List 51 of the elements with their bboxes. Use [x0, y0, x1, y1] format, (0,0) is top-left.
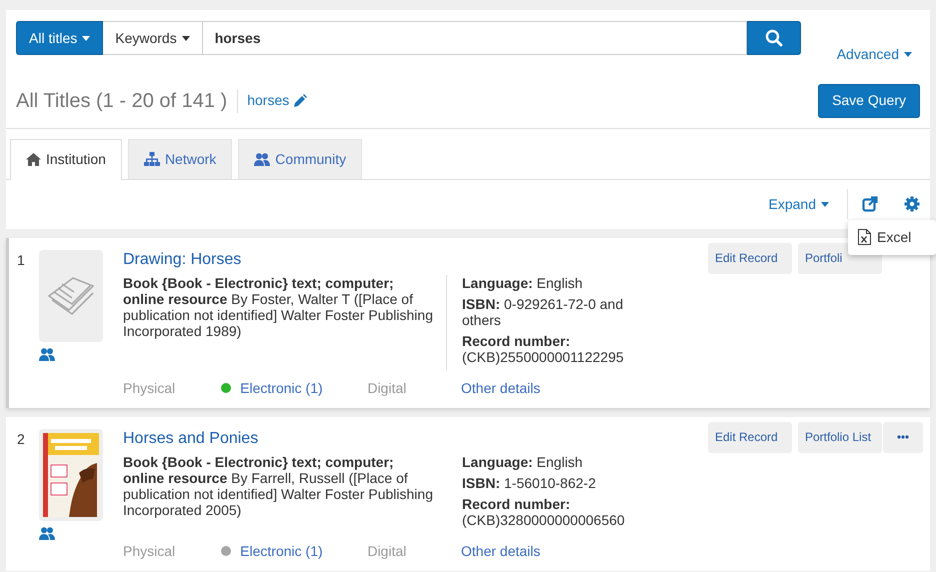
tab[interactable]: Network [128, 138, 232, 179]
detail-text: ISBN: 1-56010-862-2 [462, 474, 597, 491]
result-number: 1 [17, 250, 26, 270]
people-icon [254, 152, 270, 166]
caret-icon [82, 36, 90, 40]
cover-thumbnail[interactable] [39, 250, 103, 342]
result-number: 2 [17, 430, 26, 449]
detail-text: Language: English [462, 274, 584, 291]
other-details-link[interactable]: Other details [461, 542, 540, 559]
other-details-link[interactable]: Other details [461, 380, 540, 396]
detail-text: Record number: (CKB)3280000000006560 [462, 496, 626, 528]
search-field[interactable]: horses [202, 21, 747, 55]
caret-icon [182, 36, 190, 40]
availability-label: Digital [367, 542, 406, 559]
caret-icon [904, 52, 912, 57]
dots-icon [897, 435, 909, 440]
detail-text: Record number: (CKB)2550000001122295 [462, 332, 625, 365]
advanced-link[interactable]: Advanced [836, 46, 920, 63]
export-icon[interactable] [862, 196, 878, 212]
detail-text: Language: English [462, 454, 584, 470]
spreadsheet-icon [858, 229, 871, 246]
tab[interactable]: Community [238, 138, 362, 179]
network-icon [144, 152, 160, 166]
caret-icon [821, 202, 829, 207]
field-dropdown[interactable]: Keywords [103, 21, 203, 55]
pencil-icon[interactable] [293, 94, 308, 108]
search-button[interactable] [747, 21, 801, 55]
availability-label: Digital [367, 380, 406, 396]
scope-dropdown[interactable]: All titles [16, 21, 104, 55]
title-link[interactable]: Drawing: Horses [123, 250, 242, 270]
people-icon[interactable] [39, 526, 55, 540]
people-icon[interactable] [39, 348, 55, 361]
save-query-button[interactable]: Save Query [818, 84, 920, 118]
expand-dropdown[interactable]: Expand [768, 189, 848, 220]
availability-label: Physical [123, 380, 176, 396]
detail-text: ISBN: 0-929261-72-0 and others [462, 296, 624, 328]
availability-link[interactable]: Electronic (1) [240, 380, 323, 396]
action-button[interactable]: Edit Record [708, 242, 792, 274]
availability-link[interactable]: Electronic (1) [240, 542, 323, 559]
title-link[interactable]: Horses and Ponies [123, 428, 258, 449]
tab[interactable]: Institution [10, 138, 122, 180]
action-button[interactable]: Portfolio List [798, 422, 882, 453]
settings-icon[interactable] [904, 196, 920, 212]
availability-label: Physical [123, 542, 176, 559]
search-icon [765, 29, 783, 47]
query-link[interactable]: horses [247, 92, 290, 110]
action-button[interactable]: Edit Record [708, 422, 792, 453]
record-description: Book {Book - Electronic} text; computer; online resource By Foster, Walter T ([Place of publication not identified] Walter Foster Publishing Incorporated 1989) [123, 274, 434, 341]
results-title: All Titles (1 - 20 of 141 ) [16, 88, 238, 113]
record-description: Book {Book - Electronic} text; computer; online resource By Farrell, Russell ([Place of publication not identified] Walter Foster Publishing Incorporated 2005) [123, 454, 434, 520]
home-icon [26, 153, 41, 166]
